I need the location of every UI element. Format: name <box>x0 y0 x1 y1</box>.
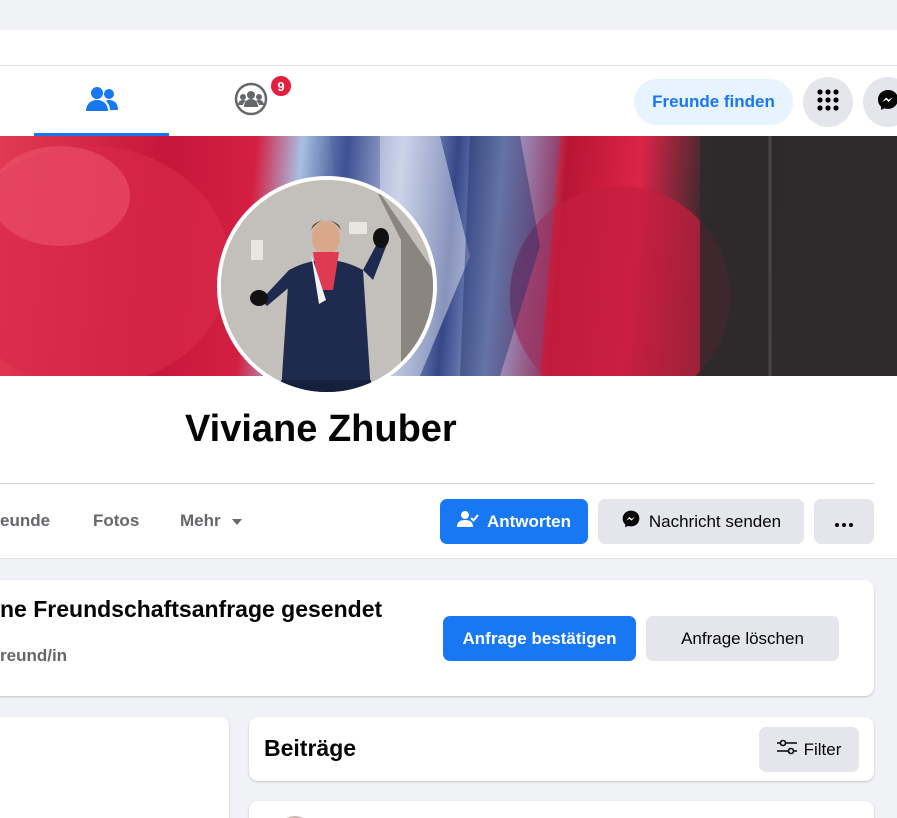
nav-tab-friends[interactable] <box>34 66 169 136</box>
main-navbar: 9 Freunde finden <box>0 66 897 136</box>
confirm-request-button[interactable]: Anfrage bestätigen <box>443 616 636 661</box>
friend-request-title: ne Freundschaftsanfrage gesendet <box>0 596 383 622</box>
profile-avatar[interactable] <box>217 176 437 396</box>
menu-grid-icon <box>816 88 840 117</box>
messenger-button[interactable] <box>863 77 897 127</box>
tab-friends[interactable]: eunde <box>0 511 50 531</box>
nav-tab-groups[interactable]: 9 <box>200 66 302 136</box>
reply-button[interactable]: Antworten <box>440 499 588 544</box>
tab-more[interactable]: Mehr <box>180 511 243 531</box>
tab-more-label: Mehr <box>180 511 221 530</box>
groups-icon <box>234 82 268 121</box>
filter-label: Filter <box>803 739 842 759</box>
messenger-small-icon <box>621 509 641 534</box>
notification-badge: 9 <box>269 74 293 98</box>
friends-icon <box>85 85 118 118</box>
find-friends-button[interactable]: Freunde finden <box>634 79 793 125</box>
more-dots-icon <box>835 512 853 532</box>
intro-card <box>0 717 229 818</box>
cover-photo[interactable] <box>0 136 897 376</box>
send-message-button[interactable]: Nachricht senden <box>598 499 804 544</box>
post-card <box>249 801 874 818</box>
profile-name: Viviane Zhuber <box>185 408 457 450</box>
send-message-label: Nachricht senden <box>648 511 782 531</box>
messenger-icon <box>876 88 897 117</box>
person-check-icon <box>456 510 479 533</box>
browser-top-strip <box>0 0 897 30</box>
posts-header-card: Beiträge Filter <box>249 717 874 781</box>
tab-photos[interactable]: Fotos <box>93 511 139 531</box>
posts-title: Beiträge <box>264 735 357 761</box>
friend-request-subtitle: reund/in <box>0 646 68 665</box>
reply-button-label: Antworten <box>486 511 572 531</box>
top-bar <box>0 30 897 66</box>
more-options-button[interactable] <box>814 499 874 544</box>
filter-icon <box>776 739 797 760</box>
profile-divider <box>0 483 874 484</box>
filter-button[interactable]: Filter <box>759 727 859 772</box>
menu-button[interactable] <box>803 77 853 127</box>
caret-down-icon <box>231 511 243 531</box>
delete-request-button[interactable]: Anfrage löschen <box>646 616 839 661</box>
